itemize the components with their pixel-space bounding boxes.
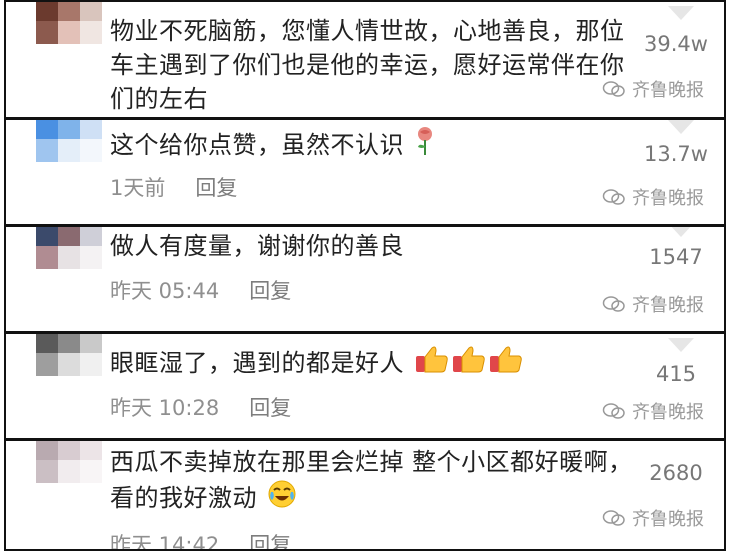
comment-time: 昨天 05:44 <box>110 279 220 303</box>
watermark: 齐鲁晚报 <box>602 398 704 424</box>
thumbs-up-icon <box>416 346 522 373</box>
comment-time: 1天前 <box>110 176 166 200</box>
comment-text: 做人有度量，谢谢你的善良 <box>110 232 404 260</box>
avatar-pixel <box>36 460 58 483</box>
avatar-pixel <box>80 2 102 21</box>
avatar-pixel <box>58 139 80 162</box>
like-count: 39.4w <box>644 32 708 56</box>
like-heart-icon[interactable] <box>666 120 696 138</box>
watermark: 齐鲁晚报 <box>602 505 704 531</box>
watermark-text: 齐鲁晚报 <box>632 509 704 530</box>
avatar-pixel <box>80 120 102 139</box>
avatar-pixel <box>80 334 102 353</box>
avatar-pixel <box>80 227 102 246</box>
wechat-icon <box>602 296 625 312</box>
watermark-text: 齐鲁晚报 <box>632 402 704 423</box>
comment-meta: 昨天 05:44 回复 <box>110 275 291 305</box>
comment-card-4: 眼眶湿了，遇到的都是好人 昨天 10:28 回复 415 齐鲁晚报 <box>4 332 726 440</box>
avatar-pixel <box>58 21 80 44</box>
watermark: 齐鲁晚报 <box>602 291 704 317</box>
avatar-pixel <box>80 441 102 460</box>
avatar-pixel <box>58 441 80 460</box>
avatar-pixel <box>58 2 80 21</box>
avatar[interactable] <box>36 227 102 269</box>
avatar-pixel <box>58 353 80 376</box>
comment-meta: 昨天 10:28 回复 <box>110 392 291 422</box>
reply-button[interactable]: 回复 <box>249 279 291 303</box>
avatar[interactable] <box>36 334 102 376</box>
avatar-pixel <box>80 21 102 44</box>
like-heart-icon[interactable] <box>666 6 696 24</box>
reply-button[interactable]: 回复 <box>195 176 237 200</box>
avatar-pixel <box>36 21 58 44</box>
avatar-pixel <box>36 139 58 162</box>
avatar-pixel <box>80 460 102 483</box>
avatar-pixel <box>36 120 58 139</box>
avatar-pixel <box>36 353 58 376</box>
comment-time: 昨天 10:28 <box>110 396 220 420</box>
reply-button[interactable]: 回复 <box>249 396 291 420</box>
watermark-text: 齐鲁晚报 <box>632 295 704 316</box>
comment-text: 西瓜不卖掉放在那里会烂掉 整个小区都好暖啊，看的我好激动 <box>110 448 633 512</box>
avatar-pixel <box>36 441 58 460</box>
comment-time: 昨天 14:42 <box>110 533 220 551</box>
comment-card-5: 西瓜不卖掉放在那里会烂掉 整个小区都好暖啊，看的我好激动 昨天 14:42 回复 … <box>4 439 726 551</box>
avatar-pixel <box>36 227 58 246</box>
wechat-icon <box>602 403 625 419</box>
crying-laughing-emoji-icon <box>268 480 296 508</box>
comment-text: 这个给你点赞，虽然不认识 <box>110 126 640 162</box>
avatar-pixel <box>58 460 80 483</box>
avatar[interactable] <box>36 120 102 162</box>
avatar-pixel <box>80 139 102 162</box>
like-count: 13.7w <box>644 142 708 166</box>
watermark: 齐鲁晚报 <box>602 76 704 102</box>
watermark: 齐鲁晚报 <box>602 184 704 210</box>
avatar-pixel <box>58 246 80 269</box>
avatar[interactable] <box>36 441 102 483</box>
comment-meta: 昨天 14:42 回复 <box>110 529 291 551</box>
avatar-pixel <box>80 246 102 269</box>
like-heart-icon[interactable] <box>666 227 696 241</box>
avatar-pixel <box>58 120 80 139</box>
like-count: 1547 <box>649 245 703 269</box>
avatar-pixel <box>36 246 58 269</box>
comment-card-3: 做人有度量，谢谢你的善良 昨天 05:44 回复 1547 齐鲁晚报 <box>4 225 726 333</box>
comment-text: 物业不死脑筋，您懂人情世故，心地善良，那位车主遇到了你们也是他的幸运，愿好运常伴… <box>110 17 625 113</box>
rose-emoji-icon <box>418 127 433 155</box>
avatar-pixel <box>58 334 80 353</box>
avatar-pixel <box>80 353 102 376</box>
wechat-icon <box>602 510 625 526</box>
comment-card-2: 这个给你点赞，虽然不认识 1天前 回复 13.7w 齐鲁晚报 <box>4 118 726 226</box>
like-heart-icon[interactable] <box>666 338 696 356</box>
reply-button[interactable]: 回复 <box>249 533 291 549</box>
watermark-text: 齐鲁晚报 <box>632 188 704 209</box>
avatar-pixel <box>58 227 80 246</box>
avatar-pixel <box>36 2 58 21</box>
like-count: 2680 <box>649 461 703 485</box>
comment-text: 眼眶湿了，遇到的都是好人 <box>110 344 640 380</box>
avatar[interactable] <box>36 2 102 44</box>
watermark-text: 齐鲁晚报 <box>632 80 704 101</box>
avatar-pixel <box>36 334 58 353</box>
comment-meta: 1天前 回复 <box>110 172 237 202</box>
wechat-icon <box>602 189 625 205</box>
wechat-icon <box>602 81 625 97</box>
like-count: 415 <box>655 362 697 386</box>
comment-card-1: 物业不死脑筋，您懂人情世故，心地善良，那位车主遇到了你们也是他的幸运，愿好运常伴… <box>4 0 726 119</box>
